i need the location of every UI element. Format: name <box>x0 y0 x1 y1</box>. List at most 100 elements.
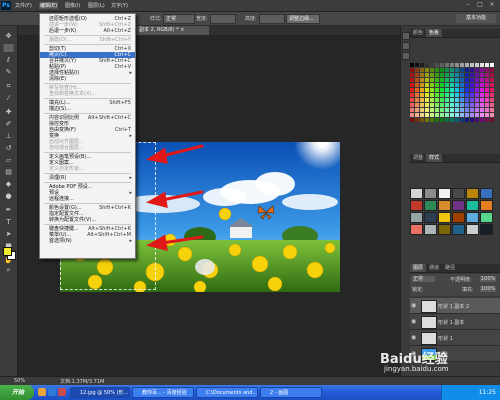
style-preset[interactable] <box>410 200 423 211</box>
color-swatch[interactable] <box>410 88 414 92</box>
color-swatch[interactable] <box>480 63 484 67</box>
color-swatch[interactable] <box>475 98 479 102</box>
color-swatch[interactable] <box>450 83 454 87</box>
workspace-switcher[interactable]: 基本功能 <box>456 14 496 23</box>
color-swatch[interactable] <box>435 73 439 77</box>
style-preset[interactable] <box>424 200 437 211</box>
clone-stamp-icon[interactable]: ⊥ <box>3 132 14 140</box>
styles-grid[interactable] <box>410 188 498 238</box>
edit-menu-item[interactable]: 查找和替换文本(X)... <box>40 91 135 97</box>
color-swatch[interactable] <box>445 63 449 67</box>
color-swatch[interactable] <box>480 103 484 107</box>
color-swatch[interactable] <box>415 103 419 107</box>
color-swatch[interactable] <box>490 88 494 92</box>
color-swatch[interactable] <box>410 103 414 107</box>
color-swatch[interactable] <box>465 68 469 72</box>
edit-menu-item[interactable]: 转换为配置文件(V)... <box>40 217 135 223</box>
zoom-level[interactable]: 50% <box>14 378 25 384</box>
color-swatch[interactable] <box>470 113 474 117</box>
color-swatch[interactable] <box>450 98 454 102</box>
color-swatch[interactable] <box>420 113 424 117</box>
edit-menu-item[interactable]: 清理(R) ▸ <box>40 175 135 181</box>
menu-layer[interactable]: 图层(L) <box>88 2 105 9</box>
color-swatch[interactable] <box>445 93 449 97</box>
color-swatch[interactable] <box>435 88 439 92</box>
style-preset[interactable] <box>438 188 451 199</box>
tab-swatches[interactable]: 色板 <box>426 29 443 37</box>
close-icon[interactable]: × <box>486 1 498 9</box>
color-swatch[interactable] <box>460 113 464 117</box>
document-tab[interactable]: 副本 2, RGB/8) * × <box>136 26 209 35</box>
color-swatch[interactable] <box>420 93 424 97</box>
actions-panel-icon[interactable] <box>402 42 410 50</box>
color-swatch[interactable] <box>490 73 494 77</box>
style-preset[interactable] <box>438 200 451 211</box>
color-swatch[interactable] <box>415 93 419 97</box>
color-swatch[interactable] <box>460 73 464 77</box>
color-swatch[interactable] <box>475 88 479 92</box>
menu-type[interactable]: 文字(Y) <box>111 2 128 9</box>
gradient-tool-icon[interactable]: ▤ <box>3 168 14 176</box>
color-swatch[interactable] <box>475 83 479 87</box>
color-swatch[interactable] <box>460 68 464 72</box>
color-swatch[interactable] <box>450 118 454 122</box>
height-input[interactable] <box>259 14 285 24</box>
style-preset[interactable] <box>452 200 465 211</box>
start-button[interactable]: 开始 <box>0 385 34 400</box>
color-swatch[interactable] <box>415 118 419 122</box>
color-swatch[interactable] <box>445 113 449 117</box>
color-swatch[interactable] <box>445 68 449 72</box>
color-swatch[interactable] <box>430 113 434 117</box>
color-swatch[interactable] <box>430 103 434 107</box>
eraser-icon[interactable]: ▱ <box>3 156 14 164</box>
app-icon[interactable] <box>58 388 66 396</box>
edit-menu-item[interactable]: 远程连接... <box>40 196 135 202</box>
color-swatch[interactable] <box>470 88 474 92</box>
style-preset[interactable] <box>452 224 465 235</box>
color-swatch[interactable] <box>415 88 419 92</box>
color-swatch[interactable] <box>420 73 424 77</box>
color-swatch[interactable] <box>425 63 429 67</box>
color-swatch[interactable] <box>490 83 494 87</box>
color-swatch[interactable] <box>445 88 449 92</box>
color-swatch[interactable] <box>455 78 459 82</box>
color-swatch[interactable] <box>445 83 449 87</box>
color-swatch[interactable] <box>455 98 459 102</box>
color-swatch[interactable] <box>420 88 424 92</box>
color-swatch[interactable] <box>450 68 454 72</box>
color-swatch[interactable] <box>425 108 429 112</box>
style-preset[interactable] <box>424 212 437 223</box>
color-swatch[interactable] <box>485 68 489 72</box>
healing-brush-icon[interactable]: ✚ <box>3 108 14 116</box>
color-swatch[interactable] <box>460 83 464 87</box>
color-swatch[interactable] <box>465 93 469 97</box>
eye-icon[interactable]: ◉ <box>411 334 419 341</box>
color-swatch[interactable] <box>425 118 429 122</box>
color-swatch[interactable] <box>415 63 419 67</box>
color-swatch[interactable] <box>415 68 419 72</box>
color-swatch[interactable] <box>475 73 479 77</box>
menu-image[interactable]: 图像(I) <box>65 2 80 9</box>
taskbar-paint[interactable]: 2 - 画图 <box>260 387 322 398</box>
color-swatch[interactable] <box>470 68 474 72</box>
color-swatch[interactable] <box>480 88 484 92</box>
edit-menu-item[interactable]: 清除(E) <box>40 76 135 82</box>
color-swatch[interactable] <box>410 63 414 67</box>
style-preset[interactable] <box>466 212 479 223</box>
color-swatch[interactable] <box>465 98 469 102</box>
color-swatch[interactable] <box>410 118 414 122</box>
color-swatch[interactable] <box>460 88 464 92</box>
color-swatch[interactable] <box>450 93 454 97</box>
color-swatch[interactable] <box>420 103 424 107</box>
color-swatch[interactable] <box>445 78 449 82</box>
color-swatch[interactable] <box>440 108 444 112</box>
blend-mode-select[interactable]: 正常 <box>412 276 435 282</box>
color-swatch[interactable] <box>445 73 449 77</box>
style-preset[interactable] <box>480 188 493 199</box>
color-swatch[interactable] <box>465 113 469 117</box>
style-preset[interactable] <box>424 188 437 199</box>
eye-icon[interactable]: ◉ <box>411 302 419 309</box>
maximize-icon[interactable]: □ <box>474 1 486 9</box>
history-panel-icon[interactable] <box>402 32 410 40</box>
edit-menu-item[interactable]: 定义自定形状... <box>40 166 135 172</box>
